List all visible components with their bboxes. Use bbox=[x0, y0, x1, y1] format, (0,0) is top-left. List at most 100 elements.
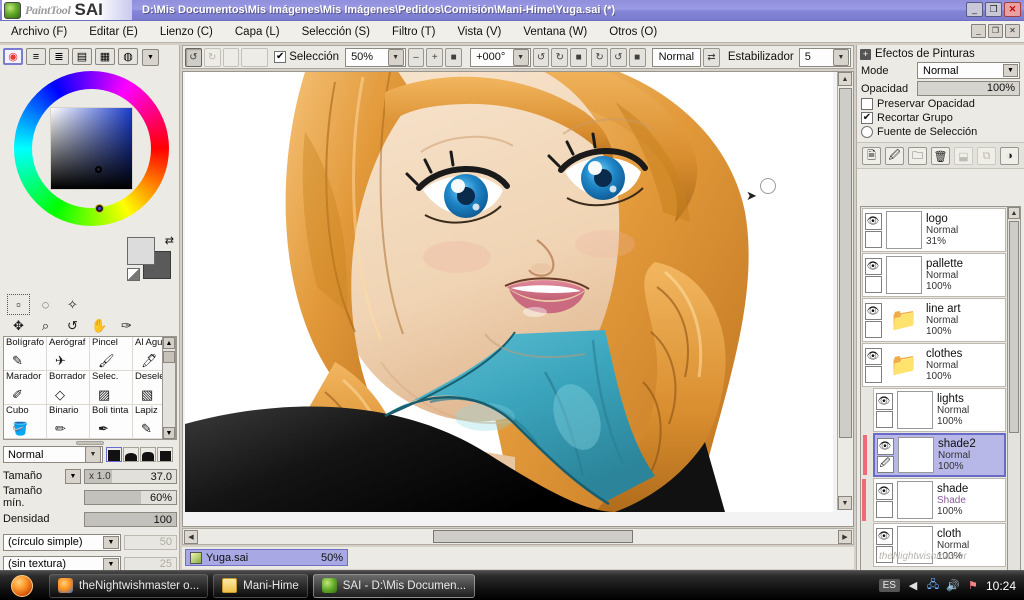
menu-editar[interactable]: Editar (E) bbox=[78, 24, 149, 40]
canvas-area[interactable]: ➤ ▲ ▼ bbox=[182, 71, 854, 527]
inner-minimize-button[interactable]: _ bbox=[971, 24, 986, 38]
inner-maximize-button[interactable]: ❐ bbox=[988, 24, 1003, 38]
new-layer-set-button[interactable]: 🗀 bbox=[908, 147, 927, 165]
menu-capa[interactable]: Capa (L) bbox=[224, 24, 291, 40]
toolbar-button-4[interactable] bbox=[241, 47, 269, 67]
action-center-icon[interactable]: ⚑ bbox=[966, 579, 980, 593]
taskbar-button-firefox[interactable]: theNightwishmaster o... bbox=[49, 573, 209, 598]
default-colors-icon[interactable] bbox=[127, 268, 140, 281]
eye-icon[interactable]: 👁 bbox=[864, 347, 882, 365]
merge-down-button[interactable]: ⬓ bbox=[954, 147, 973, 165]
zoom-field[interactable]: 50% ▼ bbox=[345, 47, 406, 67]
saturation-value-square[interactable] bbox=[49, 107, 133, 190]
chevron-down-icon[interactable]: ▼ bbox=[512, 48, 529, 66]
eye-icon[interactable]: 👁 bbox=[875, 392, 893, 410]
layer-row-shade[interactable]: 👁 shade Shade 100% bbox=[862, 478, 1006, 522]
zoom-out-button[interactable]: – bbox=[407, 47, 425, 67]
eye-icon[interactable]: 👁 bbox=[864, 257, 882, 275]
brush-blend-mode-select[interactable]: Normal ▼ bbox=[3, 446, 103, 463]
menu-archivo[interactable]: Archivo (F) bbox=[0, 24, 78, 40]
layer-row-clothes[interactable]: 👁 📁 clothes Normal 100% bbox=[862, 343, 1006, 387]
brush-size-dropdown-icon[interactable]: ▼ bbox=[65, 468, 81, 484]
toolbar-button-3[interactable] bbox=[222, 47, 240, 67]
lock-icon[interactable]: 🖉 bbox=[876, 455, 894, 473]
eyedropper-tool[interactable]: ✑ bbox=[116, 316, 137, 335]
edge-shape-hard[interactable] bbox=[140, 447, 156, 462]
taskbar-clock[interactable]: 10:24 bbox=[986, 579, 1016, 593]
swap-colors-icon[interactable]: ⇄ bbox=[165, 234, 174, 247]
new-layer-button[interactable]: 🗎 bbox=[862, 147, 881, 165]
menu-lienzo[interactable]: Lienzo (C) bbox=[149, 24, 224, 40]
mirror-symmetry-button[interactable]: ⇄ bbox=[703, 47, 720, 67]
canvas-vscroll-thumb[interactable] bbox=[839, 88, 852, 438]
chevron-down-icon[interactable]: ▼ bbox=[387, 48, 404, 66]
document-tab-yuga[interactable]: Yuga.sai 50% bbox=[185, 549, 348, 566]
panel-resize-grip[interactable] bbox=[76, 441, 104, 445]
brush-borrador[interactable]: Borrador ◇ bbox=[47, 371, 90, 405]
brush-marador[interactable]: Marador ✐ bbox=[4, 371, 47, 405]
eye-icon[interactable]: 👁 bbox=[876, 437, 894, 455]
rect-select-tool[interactable]: ▫ bbox=[7, 294, 30, 315]
canvas-blend-mode-display[interactable]: Normal bbox=[651, 47, 702, 67]
edge-shape-soft[interactable] bbox=[106, 447, 122, 462]
expand-icon[interactable]: + bbox=[860, 48, 871, 60]
chevron-down-icon[interactable]: ▼ bbox=[833, 48, 849, 66]
taskbar-button-sai[interactable]: SAI - D:\Mis Documen... bbox=[312, 573, 476, 598]
rotate-cw-button[interactable]: ↻ bbox=[551, 47, 569, 67]
brush-pincel[interactable]: Pincel 🖌 bbox=[90, 337, 133, 371]
brush-scroll-up-icon[interactable]: ▲ bbox=[163, 337, 175, 349]
inner-close-button[interactable]: ✕ bbox=[1005, 24, 1020, 38]
magic-wand-tool[interactable]: ✧ bbox=[62, 295, 83, 314]
canvas-scroll-right-button[interactable]: ▶ bbox=[838, 529, 852, 544]
menu-filtro[interactable]: Filtro (T) bbox=[381, 24, 446, 40]
brush-min-size-slider[interactable]: 60% bbox=[84, 489, 177, 505]
canvas-scroll-up-button[interactable]: ▲ bbox=[838, 72, 852, 86]
canvas-scroll-down-button[interactable]: ▼ bbox=[838, 496, 852, 510]
lock-icon[interactable] bbox=[875, 410, 893, 428]
hand-tool[interactable]: ✋ bbox=[89, 316, 110, 335]
show-hidden-icons-icon[interactable]: ◀ bbox=[906, 579, 920, 593]
swatch-grid-mode-icon[interactable]: ▦ bbox=[95, 48, 115, 65]
brush-grid-scrollbar[interactable]: ▲ ▼ bbox=[162, 336, 176, 440]
color-panel-dropdown-icon[interactable]: ▼ bbox=[142, 49, 159, 66]
brush-size-slider[interactable]: x 1.0 37.0 bbox=[84, 468, 177, 484]
brush-selec[interactable]: Selec. ▨ bbox=[90, 371, 133, 405]
chevron-down-icon[interactable]: ▼ bbox=[1003, 64, 1018, 77]
move-tool[interactable]: ✥ bbox=[8, 316, 29, 335]
brush-cubo[interactable]: Cubo 🪣 bbox=[4, 405, 47, 439]
lock-icon[interactable] bbox=[864, 230, 882, 248]
volume-icon[interactable]: 🔊 bbox=[946, 579, 960, 593]
layer-list[interactable]: 👁 logo Normal 31% 👁 pallette Normal 100%… bbox=[860, 206, 1008, 588]
menu-vista[interactable]: Vista (V) bbox=[446, 24, 512, 40]
rotate-tool[interactable]: ↺ bbox=[62, 316, 83, 335]
brush-scroll-thumb[interactable] bbox=[163, 351, 175, 363]
layer-list-scrollbar[interactable]: ▲ ▼ bbox=[1007, 206, 1021, 588]
lock-icon[interactable] bbox=[875, 500, 893, 518]
brush-scroll-down-icon[interactable]: ▼ bbox=[163, 427, 175, 439]
brush-density-slider[interactable]: 100 bbox=[84, 511, 177, 527]
eye-icon[interactable]: 👁 bbox=[864, 212, 882, 230]
brush-boligrafo[interactable]: Bolígrafo ✎ bbox=[4, 337, 47, 371]
menu-seleccion[interactable]: Selección (S) bbox=[291, 24, 381, 40]
hsv-slider-mode-icon[interactable]: ≣ bbox=[49, 48, 69, 65]
layer-row-shade2[interactable]: 👁 🖉 shade2 Normal 100% bbox=[863, 433, 1006, 477]
rotate-ccw-button[interactable]: ↺ bbox=[532, 47, 550, 67]
close-button[interactable]: ✕ bbox=[1004, 2, 1021, 17]
chevron-down-icon[interactable]: ▼ bbox=[85, 446, 101, 463]
undo-button[interactable]: ↺ bbox=[185, 47, 202, 67]
zoom-reset-button[interactable]: ■ bbox=[445, 47, 463, 67]
preserve-opacity-checkbox[interactable]: Preservar Opacidad bbox=[857, 97, 1024, 111]
brush-boli-tinta[interactable]: Boli tinta ✒ bbox=[90, 405, 133, 439]
redo-button[interactable]: ↻ bbox=[203, 47, 221, 67]
canvas-vertical-scrollbar[interactable]: ▲ ▼ bbox=[837, 72, 853, 510]
layer-scroll-up-button[interactable]: ▲ bbox=[1008, 207, 1020, 219]
brush-shape-strength-slider[interactable]: 50 bbox=[124, 534, 177, 550]
flip-horizontal-button[interactable]: ↻ bbox=[591, 47, 608, 67]
maximize-button[interactable]: ❐ bbox=[985, 2, 1002, 17]
rgb-slider-mode-icon[interactable]: ≡ bbox=[26, 48, 46, 65]
view-reset-button[interactable]: ■ bbox=[628, 47, 646, 67]
edge-shape-medium[interactable] bbox=[123, 447, 139, 462]
selection-source-checkbox[interactable]: Fuente de Selección bbox=[857, 125, 1024, 139]
layer-mask-button[interactable]: ◑ bbox=[1000, 147, 1019, 165]
flip-vertical-button[interactable]: ↺ bbox=[609, 47, 627, 67]
